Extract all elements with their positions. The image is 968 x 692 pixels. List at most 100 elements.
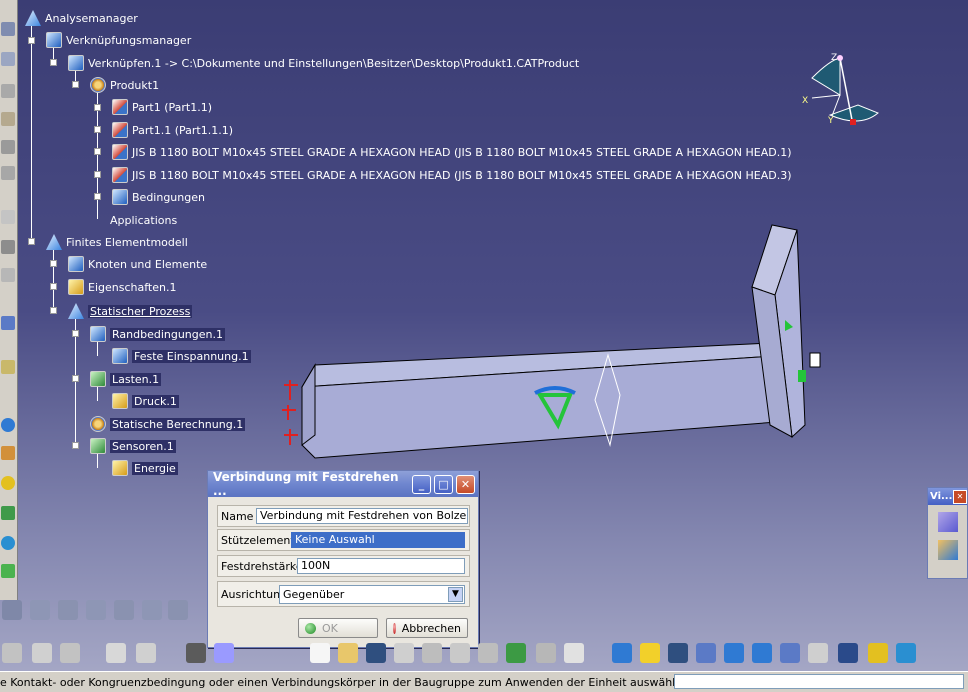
expand-toggle[interactable] xyxy=(72,330,79,337)
zoom-in-icon[interactable] xyxy=(724,643,744,663)
tool-icon[interactable] xyxy=(32,643,52,663)
expand-toggle[interactable] xyxy=(50,307,57,314)
hide-show-icon[interactable] xyxy=(868,643,888,663)
expand-toggle[interactable] xyxy=(50,260,57,267)
expand-toggle[interactable] xyxy=(94,126,101,133)
support-label: Stützelemente xyxy=(221,533,302,547)
tree-node-part1[interactable]: Part1 (Part1.1) xyxy=(112,98,212,116)
chevron-down-icon[interactable]: ▼ xyxy=(448,587,463,602)
tool-icon[interactable] xyxy=(1,506,15,520)
comment-icon[interactable] xyxy=(136,643,156,663)
expand-toggle[interactable] xyxy=(94,104,101,111)
tree-node-bolt-3[interactable]: JIS B 1180 BOLT M10x45 STEEL GRADE A HEX… xyxy=(112,166,792,184)
tool-icon[interactable] xyxy=(168,600,188,620)
tree-node-eigenschaften[interactable]: Eigenschaften.1 xyxy=(68,278,176,296)
torque-input[interactable]: 100N xyxy=(297,558,465,574)
expand-toggle[interactable] xyxy=(72,81,79,88)
cut-icon[interactable] xyxy=(422,643,442,663)
dialog-titlebar[interactable]: Verbindung mit Festdrehen ... _ □ ✕ xyxy=(208,470,478,498)
part-icon xyxy=(112,99,128,115)
expand-toggle[interactable] xyxy=(50,59,57,66)
tool-icon[interactable] xyxy=(30,600,50,620)
expand-toggle[interactable] xyxy=(28,37,35,44)
minimize-button[interactable]: _ xyxy=(412,474,431,494)
paste-icon[interactable] xyxy=(478,643,498,663)
view-toolbar-titlebar[interactable]: Vi... ✕ xyxy=(928,488,967,505)
tree-node-finites-elementmodell[interactable]: Finites Elementmodell xyxy=(46,233,188,251)
tree-node-produkt1[interactable]: Produkt1 xyxy=(90,76,159,94)
tool-icon[interactable] xyxy=(142,600,162,620)
expand-toggle[interactable] xyxy=(94,171,101,178)
tree-node-bolt-1[interactable]: JIS B 1180 BOLT M10x45 STEEL GRADE A HEX… xyxy=(112,143,792,161)
tree-node-lasten[interactable]: Lasten.1 xyxy=(90,370,162,388)
shading-icon[interactable] xyxy=(938,540,958,560)
part-icon xyxy=(112,167,128,183)
tool-icon[interactable] xyxy=(58,600,78,620)
tool-icon[interactable] xyxy=(214,643,234,663)
tree-node-verknuepfungsmanager[interactable]: Verknüpfungsmanager xyxy=(46,31,191,49)
print-icon[interactable] xyxy=(394,643,414,663)
zoom-out-icon[interactable] xyxy=(752,643,772,663)
tree-node-statische-berechnung[interactable]: Statische Berechnung.1 xyxy=(90,415,246,433)
maximize-button[interactable]: □ xyxy=(434,474,453,494)
fly-icon[interactable] xyxy=(612,643,632,663)
compass-widget[interactable]: Z X Y xyxy=(800,50,890,145)
close-button[interactable]: ✕ xyxy=(456,474,475,494)
name-input[interactable]: Verbindung mit Festdrehen von Bolzen.1 xyxy=(256,508,468,524)
new-file-icon[interactable] xyxy=(310,643,330,663)
swap-space-icon[interactable] xyxy=(896,643,916,663)
torque-row: Festdrehstärke 100N xyxy=(217,555,470,577)
expand-toggle[interactable] xyxy=(50,283,57,290)
command-input[interactable] xyxy=(674,674,964,689)
tree-node-feste-einspannung[interactable]: Feste Einspannung.1 xyxy=(112,347,251,365)
tool-icon[interactable] xyxy=(2,643,22,663)
redo-icon[interactable] xyxy=(536,643,556,663)
tree-node-part1-1[interactable]: Part1.1 (Part1.1.1) xyxy=(112,121,233,139)
views-icon[interactable] xyxy=(808,643,828,663)
link-icon xyxy=(68,55,84,71)
tree-node-applications[interactable]: Applications xyxy=(90,211,177,229)
tree-node-statischer-prozess[interactable]: Statischer Prozess xyxy=(68,302,193,320)
tool-icon[interactable] xyxy=(60,643,80,663)
expand-toggle[interactable] xyxy=(28,238,35,245)
tree-node-bedingungen[interactable]: Bedingungen xyxy=(112,188,205,206)
tree-node-analysemanager[interactable]: Analysemanager xyxy=(25,9,138,27)
table-icon[interactable] xyxy=(186,643,206,663)
help-icon[interactable] xyxy=(564,643,584,663)
rotate-icon[interactable] xyxy=(696,643,716,663)
tree-node-label: Analysemanager xyxy=(45,11,138,25)
tree-node-druck[interactable]: Druck.1 xyxy=(112,392,179,410)
copy-icon[interactable] xyxy=(450,643,470,663)
tool-icon[interactable] xyxy=(1,536,15,550)
expand-toggle[interactable] xyxy=(94,148,101,155)
tree-node-sensoren[interactable]: Sensoren.1 xyxy=(90,437,176,455)
tool-icon[interactable] xyxy=(1,564,15,578)
view-mode-icon[interactable] xyxy=(938,512,958,532)
formula-icon[interactable] xyxy=(106,643,126,663)
expand-toggle[interactable] xyxy=(72,375,79,382)
normal-view-icon[interactable] xyxy=(780,643,800,663)
ok-button[interactable]: OK xyxy=(298,618,378,638)
undo-icon[interactable] xyxy=(506,643,526,663)
tree-node-energie[interactable]: Energie xyxy=(112,459,178,477)
fit-all-icon[interactable] xyxy=(640,643,660,663)
expand-toggle[interactable] xyxy=(94,193,101,200)
tree-node-verknuepfen[interactable]: Verknüpfen.1 -> C:\Dokumente und Einstel… xyxy=(68,54,579,72)
tool-icon[interactable] xyxy=(114,600,134,620)
cancel-button[interactable]: Abbrechen xyxy=(386,618,468,638)
tree-node-randbedingungen[interactable]: Randbedingungen.1 xyxy=(90,325,225,343)
support-input[interactable]: Keine Auswahl xyxy=(291,532,465,548)
ok-icon xyxy=(305,622,316,634)
tree-node-label: Verknüpfen.1 -> C:\Dokumente und Einstel… xyxy=(88,56,580,70)
render-icon[interactable] xyxy=(838,643,858,663)
cad-3d-model[interactable] xyxy=(270,215,830,475)
open-file-icon[interactable] xyxy=(338,643,358,663)
tool-icon[interactable] xyxy=(2,600,22,620)
tree-node-knoten-elemente[interactable]: Knoten und Elemente xyxy=(68,255,207,273)
tool-icon[interactable] xyxy=(86,600,106,620)
pan-icon[interactable] xyxy=(668,643,688,663)
orientation-select[interactable]: Gegenüber ▼ xyxy=(279,585,465,604)
expand-toggle[interactable] xyxy=(72,442,79,449)
save-icon[interactable] xyxy=(366,643,386,663)
close-icon[interactable]: ✕ xyxy=(953,489,967,504)
